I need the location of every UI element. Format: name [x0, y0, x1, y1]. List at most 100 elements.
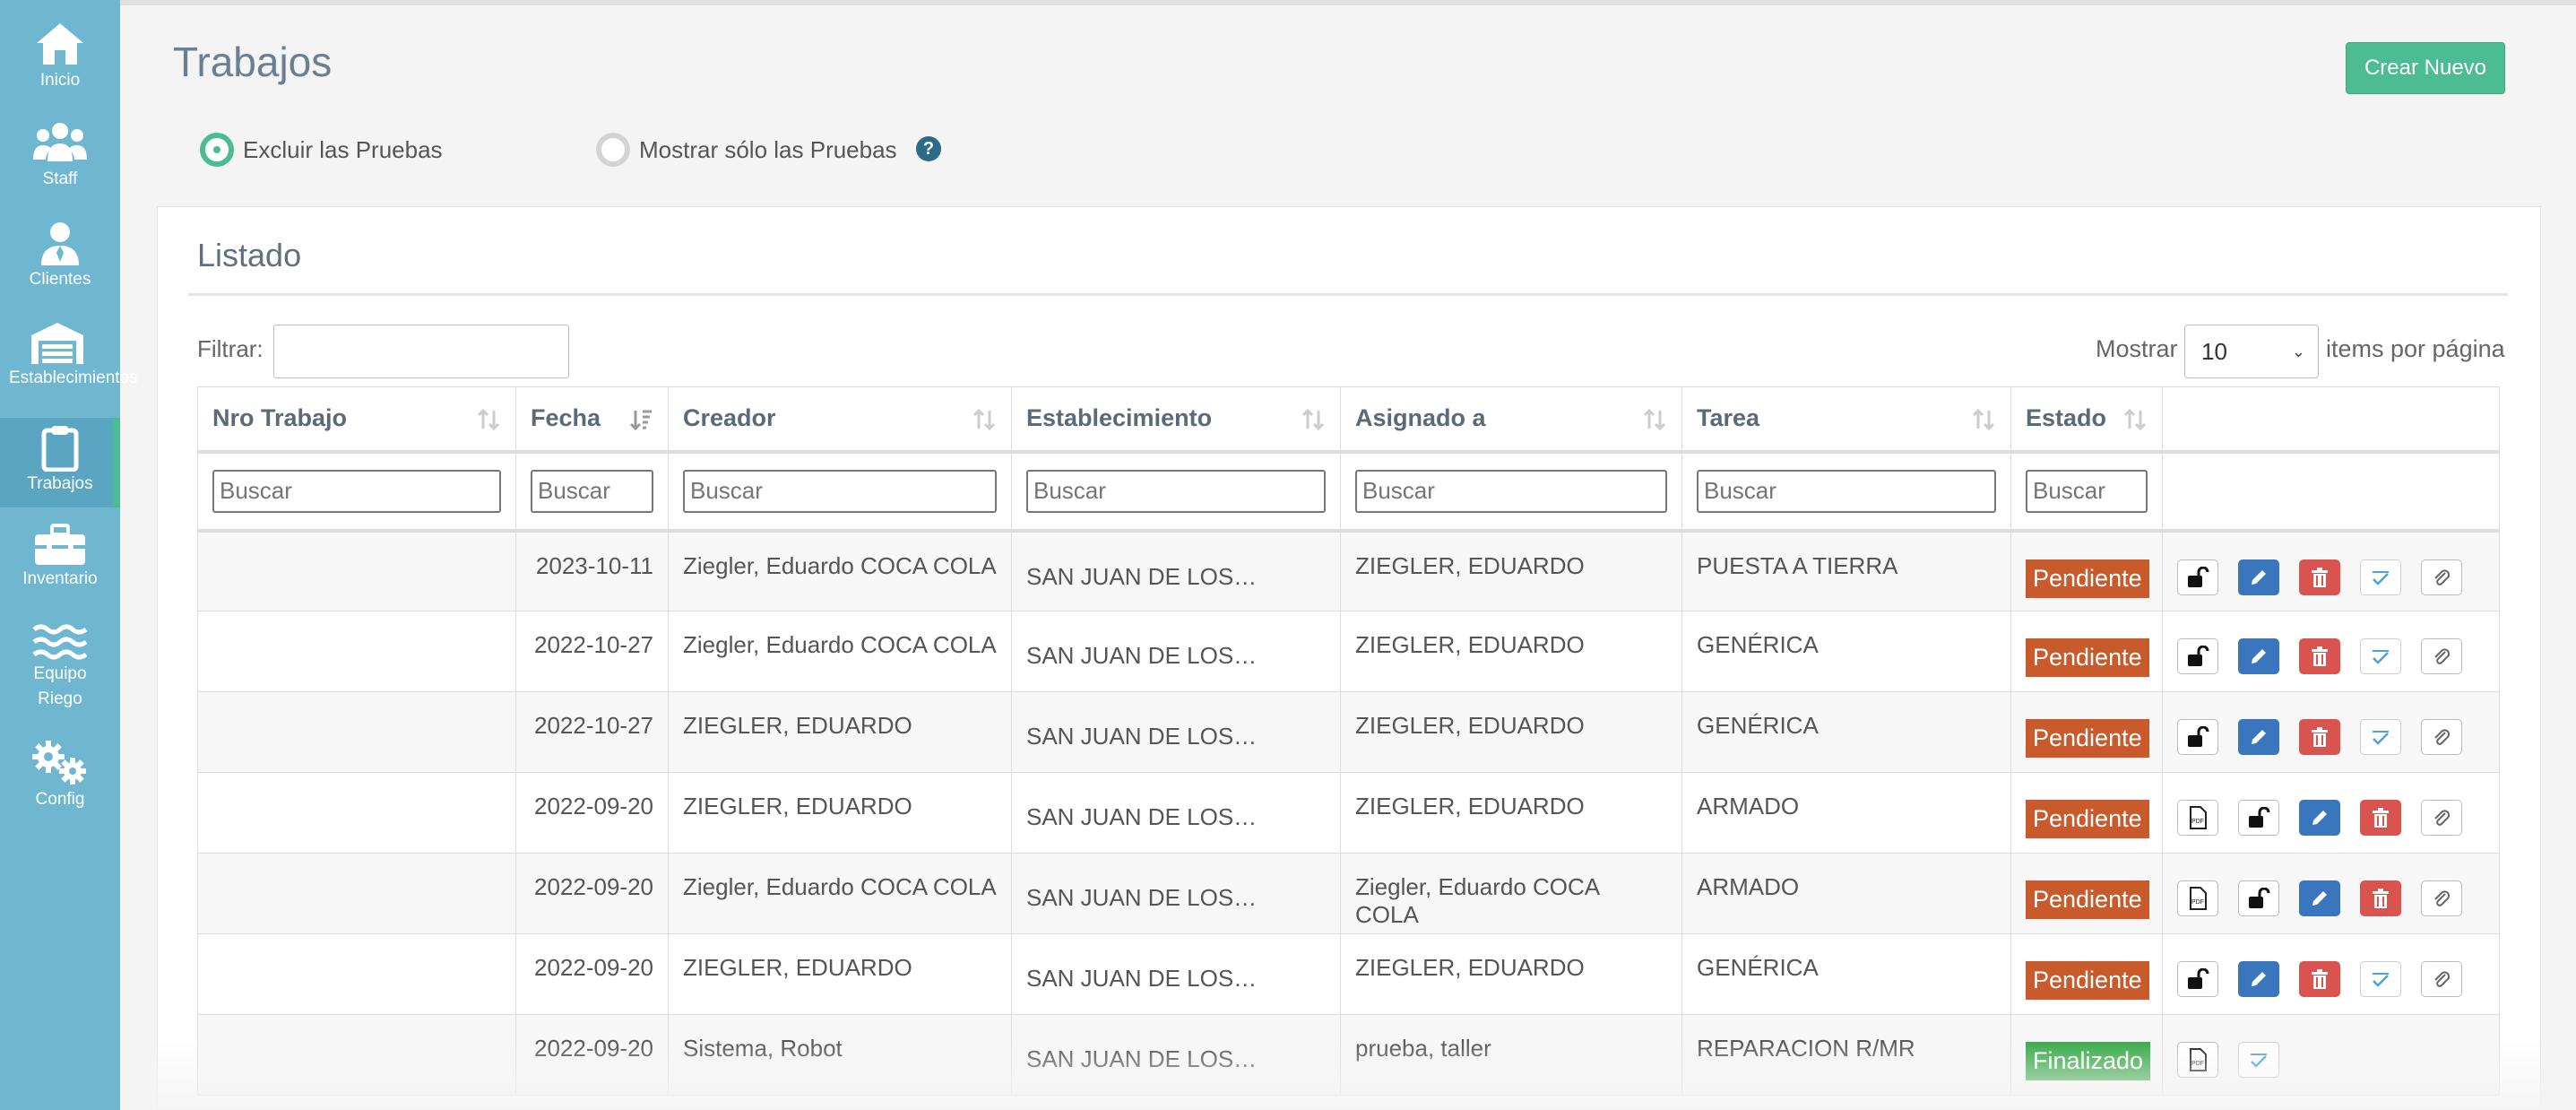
column-header[interactable]: Fecha — [515, 386, 669, 454]
sidebar-item-inicio[interactable]: Inicio — [0, 20, 120, 97]
pencil-button[interactable] — [2299, 880, 2340, 916]
pdf-file-icon: PDF — [2188, 806, 2208, 829]
unlock-button[interactable] — [2238, 800, 2279, 836]
sort-icon[interactable] — [476, 407, 501, 432]
checklist-button[interactable] — [2360, 961, 2401, 997]
row-actions: PDF — [2177, 1035, 2485, 1078]
table-row[interactable]: 2022-09-20 ZIEGLER, EDUARDO SAN JUAN DE LO… — [197, 772, 2500, 854]
checklist-button[interactable] — [2360, 638, 2401, 674]
table-row[interactable]: 2022-09-20 Sistema, Robot SAN JUAN DE LOS…… — [197, 1014, 2500, 1096]
paperclip-button[interactable] — [2421, 719, 2462, 755]
column-header[interactable]: Estado — [2010, 386, 2163, 454]
column-header[interactable]: Nro Trabajo — [197, 386, 516, 454]
checklist-button[interactable] — [2238, 1042, 2279, 1078]
sidebar-item-trabajos[interactable]: Trabajos — [0, 418, 120, 507]
column-search-cell — [2010, 451, 2163, 533]
pencil-button[interactable] — [2238, 719, 2279, 755]
trash-button[interactable] — [2299, 559, 2340, 595]
filter-input[interactable] — [273, 325, 569, 378]
column-search-input[interactable] — [212, 469, 501, 513]
sidebar-item-equipo-riego[interactable]: Equipo Riego — [0, 622, 120, 712]
sort-icon[interactable] — [972, 407, 997, 432]
column-search-input[interactable] — [1026, 469, 1326, 513]
pencil-button[interactable] — [2299, 800, 2340, 836]
trash-button[interactable] — [2360, 880, 2401, 916]
paperclip-button[interactable] — [2421, 961, 2462, 997]
column-search-input[interactable] — [2026, 469, 2148, 513]
column-header[interactable]: Creador — [668, 386, 1012, 454]
create-new-button[interactable]: Crear Nuevo — [2346, 42, 2505, 94]
pdf-file-button[interactable]: PDF — [2177, 800, 2218, 836]
sidebar-item-clientes[interactable]: Clientes — [0, 221, 120, 292]
row-actions — [2177, 712, 2485, 755]
table-row[interactable]: 2023-10-11 Ziegler, Eduardo COCA COLA SAN … — [197, 530, 2500, 611]
task-cell: GENÉRICA — [1681, 611, 2011, 692]
column-search-input[interactable] — [683, 469, 997, 513]
checklist-button[interactable] — [2360, 559, 2401, 595]
column-header[interactable]: Asignado a — [1340, 386, 1682, 454]
unlock-icon — [2186, 726, 2209, 748]
pencil-button[interactable] — [2238, 559, 2279, 595]
unlock-button[interactable] — [2238, 880, 2279, 916]
date-cell: 2022-09-20 — [515, 853, 669, 934]
only-tests-option[interactable]: Mostrar sólo las Pruebas — [596, 130, 897, 169]
sort-icon[interactable] — [1301, 407, 1326, 432]
sidebar-item-staff[interactable]: Staff — [0, 120, 120, 192]
creator-cell: Ziegler, Eduardo COCA COLA — [668, 853, 1012, 934]
task-cell: GENÉRICA — [1681, 933, 2011, 1015]
sort-icon[interactable] — [628, 407, 653, 432]
table-row[interactable]: 2022-09-20 ZIEGLER, EDUARDO SAN JUAN DE LO… — [197, 933, 2500, 1015]
paperclip-button[interactable] — [2421, 638, 2462, 674]
paperclip-button[interactable] — [2421, 800, 2462, 836]
job-number-cell — [197, 772, 516, 854]
client-icon — [41, 222, 79, 265]
pencil-button[interactable] — [2238, 638, 2279, 674]
pdf-file-button[interactable]: PDF — [2177, 1042, 2218, 1078]
trash-icon — [2310, 726, 2330, 748]
column-search-input[interactable] — [531, 469, 653, 513]
sidebar-item-inventario[interactable]: Inventario — [0, 524, 120, 595]
paperclip-button[interactable] — [2421, 880, 2462, 916]
column-search-input[interactable] — [1355, 469, 1667, 513]
date-cell: 2023-10-11 — [515, 530, 669, 611]
trash-button[interactable] — [2299, 719, 2340, 755]
column-search-input[interactable] — [1697, 469, 1996, 513]
table-row[interactable]: 2022-09-20 Ziegler, Eduardo COCA COLA SAN … — [197, 853, 2500, 934]
sort-icon[interactable] — [1642, 407, 1667, 432]
sidebar-item-config[interactable]: Config — [0, 741, 120, 812]
table-row[interactable]: 2022-10-27 Ziegler, Eduardo COCA COLA SAN … — [197, 611, 2500, 692]
checklist-button[interactable] — [2360, 719, 2401, 755]
only-tests-radio[interactable] — [596, 133, 630, 167]
jobs-table: Nro Trabajo Fecha Creador Establecimiento As… — [197, 386, 2500, 1096]
exclude-tests-option[interactable]: Excluir las Pruebas — [200, 130, 443, 169]
help-icon[interactable]: ? — [916, 136, 941, 161]
sidebar-item-label: Inventario — [22, 569, 98, 588]
column-header-label: Estado — [2026, 404, 2107, 432]
status-badge: Pendiente — [2026, 719, 2149, 758]
trash-button[interactable] — [2299, 961, 2340, 997]
pencil-button[interactable] — [2238, 961, 2279, 997]
pdf-file-button[interactable]: PDF — [2177, 880, 2218, 916]
assignee-cell: ZIEGLER, EDUARDO — [1340, 691, 1682, 773]
job-number-cell — [197, 933, 516, 1015]
table-row[interactable]: 2022-10-27 ZIEGLER, EDUARDO SAN JUAN DE LO… — [197, 691, 2500, 773]
status-cell: Pendiente — [2010, 772, 2163, 854]
unlock-button[interactable] — [2177, 719, 2218, 755]
trash-button[interactable] — [2299, 638, 2340, 674]
creator-cell: Sistema, Robot — [668, 1014, 1012, 1096]
sidebar-item-establecimientos[interactable]: Establecimientos — [0, 319, 138, 393]
column-header[interactable]: Establecimiento — [1011, 386, 1341, 454]
sort-icon[interactable] — [2122, 407, 2148, 432]
exclude-tests-radio[interactable] — [200, 133, 234, 167]
unlock-button[interactable] — [2177, 559, 2218, 595]
panel-divider — [188, 293, 2508, 296]
paperclip-button[interactable] — [2421, 559, 2462, 595]
task-cell: REPARACION R/MR — [1681, 1014, 2011, 1096]
page-size-select[interactable]: 10 ⌄ — [2184, 325, 2319, 378]
trash-button[interactable] — [2360, 800, 2401, 836]
unlock-button[interactable] — [2177, 961, 2218, 997]
sort-icon[interactable] — [1971, 407, 1996, 432]
unlock-button[interactable] — [2177, 638, 2218, 674]
column-header[interactable]: Tarea — [1681, 386, 2011, 454]
establishment-cell: SAN JUAN DE LOS… — [1011, 691, 1341, 773]
